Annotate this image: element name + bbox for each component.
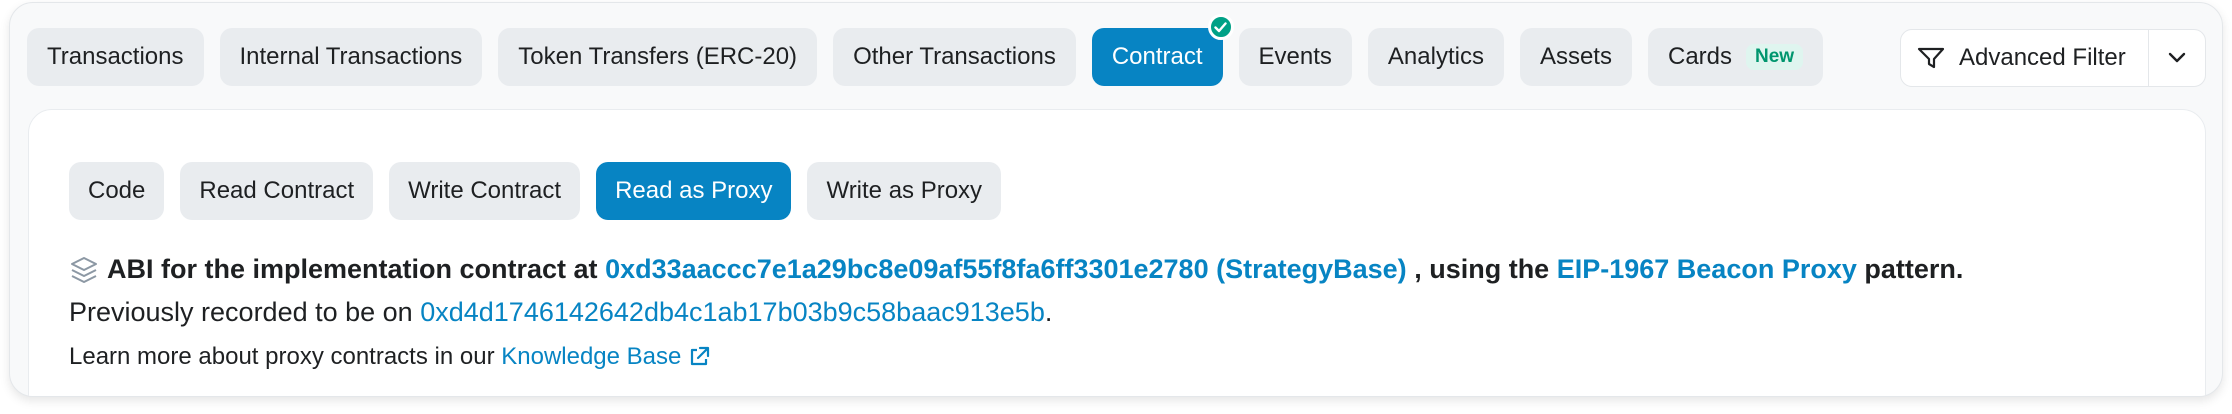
previous-implementation: Previously recorded to be on 0xd4d174614… xyxy=(69,297,1052,328)
advanced-filter-group: Advanced Filter xyxy=(1900,29,2206,87)
subtab-label: Write as Proxy xyxy=(826,177,983,204)
using-text: , using the xyxy=(1414,254,1550,284)
tab-label: Analytics xyxy=(1387,43,1484,70)
subtab-read-contract[interactable]: Read Contract xyxy=(180,162,374,220)
subtab-write-as-proxy[interactable]: Write as Proxy xyxy=(807,162,1002,220)
previous-prefix-text: Previously recorded to be on xyxy=(69,297,413,327)
filter-icon xyxy=(1917,46,1947,70)
subtab-label: Code xyxy=(88,177,146,204)
implementation-info: ABI for the implementation contract at 0… xyxy=(69,254,1963,285)
tab-transactions[interactable]: Transactions xyxy=(27,28,204,86)
knowledge-base-link[interactable]: Knowledge Base xyxy=(501,343,711,371)
previous-address-link[interactable]: 0xd4d1746142642db4c1ab17b03b9c58baac913e… xyxy=(420,297,1045,327)
subtab-write-contract[interactable]: Write Contract xyxy=(389,162,581,220)
contract-card: Code Read Contract Write Contract Read a… xyxy=(28,109,2206,396)
previous-suffix-text: . xyxy=(1044,297,1053,327)
tab-label: Contract xyxy=(1111,43,1203,70)
tab-token-transfers[interactable]: Token Transfers (ERC-20) xyxy=(498,28,818,86)
tab-cards[interactable]: Cards New xyxy=(1647,28,1824,86)
filter-dropdown-toggle[interactable] xyxy=(2149,30,2205,86)
subtab-label: Read as Proxy xyxy=(615,177,773,204)
subtab-read-as-proxy[interactable]: Read as Proxy xyxy=(596,162,792,220)
tab-label: Transactions xyxy=(47,43,184,70)
tab-label: Token Transfers (ERC-20) xyxy=(518,43,798,70)
tab-internal-transactions[interactable]: Internal Transactions xyxy=(219,28,483,86)
subtab-label: Read Contract xyxy=(199,177,355,204)
top-tab-bar: Transactions Internal Transactions Token… xyxy=(27,14,1824,86)
subtab-label: Write Contract xyxy=(408,177,562,204)
tab-label: Assets xyxy=(1539,43,1612,70)
new-badge: New xyxy=(1746,44,1804,70)
implementation-address-link[interactable]: 0xd33aaccc7e1a29bc8e09af55f8fa6ff3301e27… xyxy=(605,254,1209,285)
advanced-filter-label: Advanced Filter xyxy=(1959,44,2126,71)
contract-subtab-bar: Code Read Contract Write Contract Read a… xyxy=(69,162,1002,220)
layers-icon xyxy=(69,255,99,285)
tab-label: Internal Transactions xyxy=(239,43,463,70)
contract-panel: Transactions Internal Transactions Token… xyxy=(9,2,2223,397)
advanced-filter-button[interactable]: Advanced Filter xyxy=(1901,30,2149,86)
pattern-suffix-text: pattern. xyxy=(1864,254,1964,284)
learn-more-text: Learn more about proxy contracts in our xyxy=(69,343,495,370)
tab-analytics[interactable]: Analytics xyxy=(1367,28,1504,86)
check-circle-icon xyxy=(1207,14,1234,40)
implementation-name-link[interactable]: (StrategyBase) xyxy=(1216,254,1407,285)
tab-label: Events xyxy=(1258,43,1332,70)
tab-assets[interactable]: Assets xyxy=(1519,28,1632,86)
abi-prefix-text: ABI for the implementation contract at xyxy=(107,254,598,284)
tab-other-transactions[interactable]: Other Transactions xyxy=(833,28,1076,86)
proxy-pattern-link[interactable]: EIP-1967 Beacon Proxy xyxy=(1557,254,1857,285)
learn-more: Learn more about proxy contracts in our … xyxy=(69,343,711,371)
tab-contract[interactable]: Contract xyxy=(1091,14,1234,86)
tab-events[interactable]: Events xyxy=(1238,28,1352,86)
tab-label: Other Transactions xyxy=(853,43,1056,70)
subtab-code[interactable]: Code xyxy=(69,162,165,220)
tab-label: Cards xyxy=(1667,43,1733,70)
chevron-down-icon xyxy=(2168,52,2186,64)
knowledge-base-label: Knowledge Base xyxy=(501,343,682,370)
external-link-icon xyxy=(687,345,711,369)
